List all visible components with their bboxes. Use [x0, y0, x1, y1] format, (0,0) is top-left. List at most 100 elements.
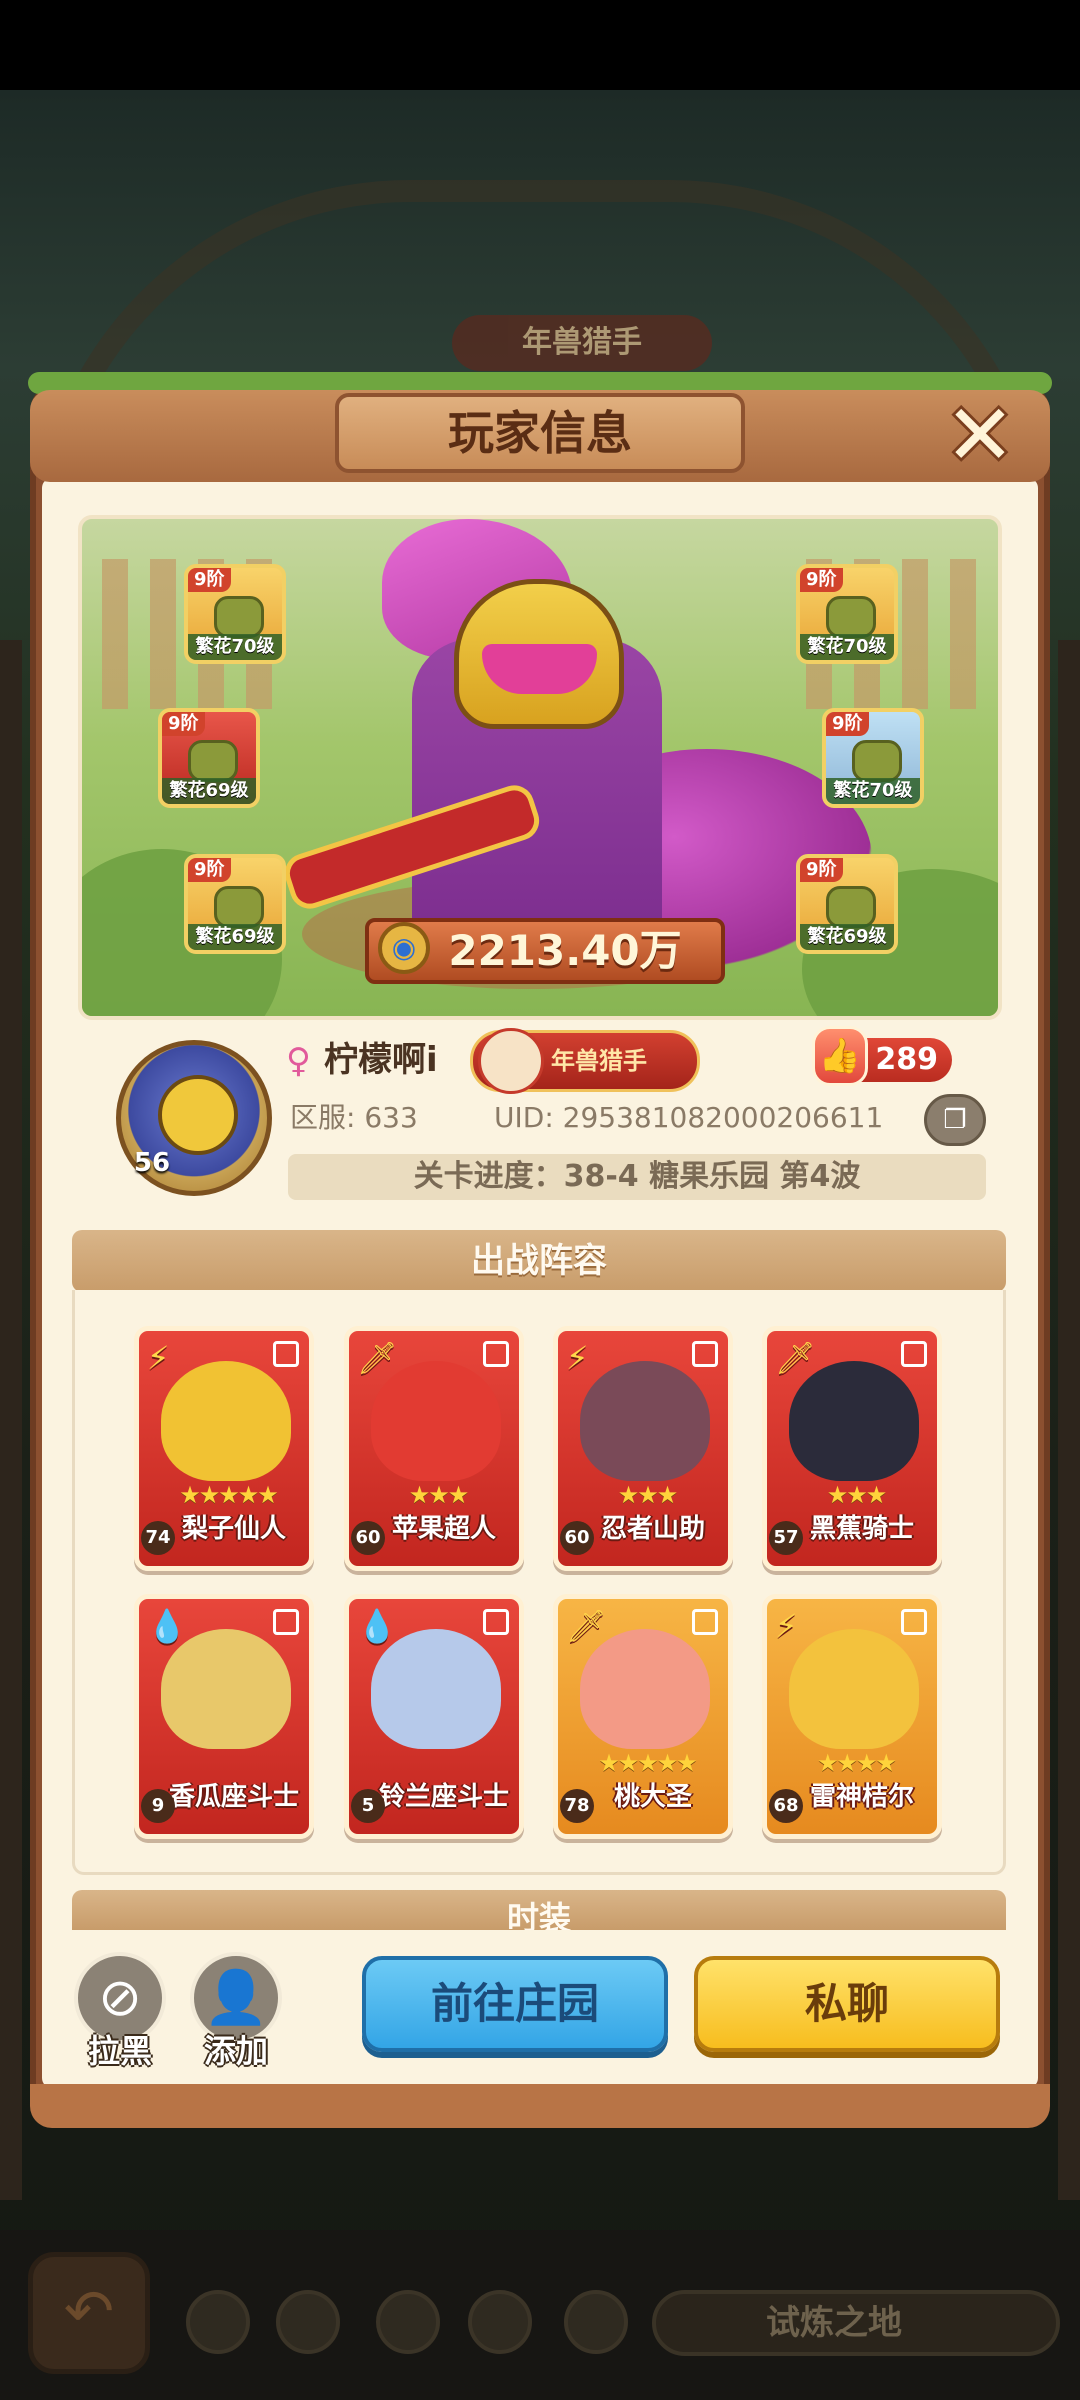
element-icon: ⚡ — [566, 1339, 589, 1377]
rank-icon — [483, 1341, 509, 1367]
hero-portrait — [580, 1361, 710, 1481]
background-banner: 年兽猎手 — [452, 315, 712, 371]
hero-level: 68 — [769, 1789, 803, 1823]
hero-card[interactable]: 💧 铃兰座斗士 5 — [344, 1594, 524, 1839]
star-rating: ★★★★★ — [179, 1481, 279, 1509]
rank-icon — [901, 1609, 927, 1635]
equipment-tier: 9阶 — [800, 568, 843, 592]
status-bar — [0, 0, 1080, 90]
player-name: 柠檬啊i — [324, 1040, 438, 1080]
rank-icon — [901, 1341, 927, 1367]
equipment-level: 繁花70级 — [188, 634, 282, 660]
element-icon: ⚡ — [147, 1339, 170, 1377]
hero-visor — [482, 644, 597, 694]
dialog-title: 玩家信息 — [335, 393, 745, 473]
element-icon: 💧 — [147, 1607, 187, 1645]
equipment-slot-pants[interactable]: 9阶 繁花69级 — [184, 854, 286, 954]
rank-icon — [273, 1341, 299, 1367]
hero-portrait — [371, 1629, 501, 1749]
star-rating — [363, 1749, 513, 1777]
equipment-level: 繁花70级 — [826, 778, 920, 804]
equipment-tier: 9阶 — [800, 858, 843, 882]
equipment-tier: 9阶 — [188, 568, 231, 592]
element-icon: 🗡 — [357, 1339, 398, 1377]
belt-icon — [852, 740, 902, 782]
private-chat-button[interactable]: 私聊 — [694, 1956, 1000, 2052]
copy-icon[interactable]: ❐ — [924, 1094, 986, 1146]
element-icon: 🗡 — [566, 1607, 607, 1645]
hero-portrait — [161, 1629, 291, 1749]
hero-level: 5 — [351, 1789, 385, 1823]
background-left-edge — [0, 640, 22, 2200]
bg-skill-icon — [564, 2290, 628, 2354]
hero-card[interactable]: 💧 香瓜座斗士 9 — [134, 1594, 314, 1839]
star-rating: ★★★ — [617, 1481, 679, 1509]
bg-skill-icon — [276, 2290, 340, 2354]
bg-skill-icon — [468, 2290, 532, 2354]
trial-tab: 试炼之地 — [652, 2290, 1060, 2356]
rank-icon — [273, 1609, 299, 1635]
server-info: 区服: 633 — [290, 1101, 418, 1134]
hero-card[interactable]: 🗡 ★★★ 黑蕉骑士 57 — [762, 1326, 942, 1571]
element-icon: 💧 — [357, 1607, 397, 1645]
hero-card[interactable]: ⚡ ★★★ 忍者山助 60 — [553, 1326, 733, 1571]
star-rating: ★★★ — [408, 1481, 470, 1509]
armor-icon — [826, 596, 876, 638]
hero-card[interactable]: 🗡 ★★★★★ 桃大圣 78 — [553, 1594, 733, 1839]
boots-icon — [826, 886, 876, 928]
background-right-edge — [1058, 640, 1080, 2200]
pants-icon — [214, 886, 264, 928]
add-label: 添加 — [203, 2032, 268, 2070]
uid-text: UID: 2953810820002066​11 — [494, 1101, 884, 1134]
hero-portrait — [580, 1629, 710, 1749]
hero-portrait — [789, 1361, 919, 1481]
hero-portrait — [371, 1361, 501, 1481]
hero-portrait — [789, 1629, 919, 1749]
rank-icon — [692, 1341, 718, 1367]
hero-card[interactable]: 🗡 ★★★ 苹果超人 60 — [344, 1326, 524, 1571]
equipment-slot-hat[interactable]: 9阶 繁花70级 — [184, 564, 286, 664]
block-label: 拉黑 — [87, 2032, 152, 2070]
equipment-level: 繁花70级 — [800, 634, 894, 660]
equipment-level: 繁花69级 — [162, 778, 256, 804]
weapon-icon — [188, 740, 238, 782]
avatar-level: 56 — [133, 1148, 171, 1178]
equipment-level: 繁花69级 — [800, 924, 894, 950]
rank-icon — [483, 1609, 509, 1635]
equipment-tier: 9阶 — [826, 712, 869, 736]
hero-level: 60 — [560, 1521, 594, 1555]
equipment-slot-armor[interactable]: 9阶 繁花70级 — [796, 564, 898, 664]
lineup-header: 出战阵容 — [72, 1230, 1006, 1292]
star-rating: ★★★★★ — [598, 1749, 698, 1777]
hero-card[interactable]: ⚡ ★★★★ 雷神桔尔 68 — [762, 1594, 942, 1839]
hero-card[interactable]: ⚡ ★★★★★ 梨子仙人 74 — [134, 1326, 314, 1571]
equipment-slot-belt[interactable]: 9阶 繁花70级 — [822, 708, 924, 808]
equipment-slot-weapon[interactable]: 9阶 繁花69级 — [158, 708, 260, 808]
visit-manor-button[interactable]: 前往庄园 — [362, 1956, 668, 2052]
element-icon: 🗡 — [775, 1339, 816, 1377]
rank-icon — [692, 1609, 718, 1635]
thumbs-up-icon[interactable]: 👍 — [812, 1026, 868, 1086]
stage-progress: 关卡进度：38-4 糖果乐园 第4波 — [288, 1154, 986, 1200]
equipment-level: 繁花69级 — [188, 924, 282, 950]
fashion-section-header: 时装 — [72, 1890, 1006, 1930]
star-rating: ★★★★ — [816, 1749, 897, 1777]
hero-level: 60 — [351, 1521, 385, 1555]
bg-skill-icon — [376, 2290, 440, 2354]
hero-portrait — [161, 1361, 291, 1481]
equipment-tier: 9阶 — [162, 712, 205, 736]
star-rating: ★★★ — [826, 1481, 888, 1509]
hat-icon — [214, 596, 264, 638]
power-coin-icon: ◉ — [378, 922, 430, 974]
close-icon[interactable]: ✕ — [935, 392, 1025, 478]
lion-dance-icon — [478, 1028, 544, 1094]
back-icon: ↶ — [28, 2252, 150, 2374]
equipment-tier: 9阶 — [188, 858, 231, 882]
element-icon: ⚡ — [775, 1607, 798, 1645]
equipment-slot-boots[interactable]: 9阶 繁花69级 — [796, 854, 898, 954]
hero-level: 78 — [560, 1789, 594, 1823]
panel-bottom-edge — [30, 2084, 1050, 2128]
hero-level: 74 — [141, 1521, 175, 1555]
hero-level: 9 — [141, 1789, 175, 1823]
bg-skill-icon — [186, 2290, 250, 2354]
